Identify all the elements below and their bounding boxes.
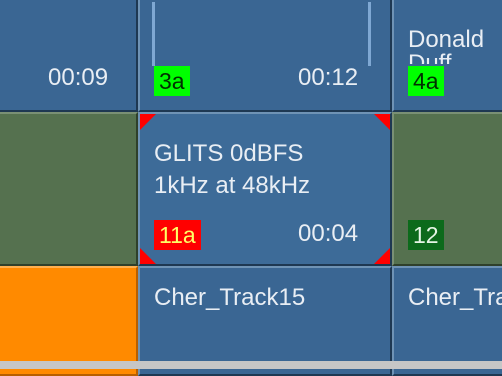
cart-title-line1: GLITS 0dBFS (154, 140, 304, 167)
cart-cell-r1c3[interactable]: Donald Duff 4a (392, 0, 502, 112)
cart-cell-r1c1[interactable]: 00:09 (0, 0, 138, 112)
cart-title: Donald (408, 26, 485, 53)
cart-title-line2: 1kHz at 48kHz (154, 172, 311, 199)
cart-grid: 00:09 3a 00:12 Donald Duff 4a GLITS 0dBF… (0, 0, 502, 376)
cart-cell-r1c2[interactable]: 3a 00:12 (138, 0, 392, 112)
cart-title: Cher_Track15 (154, 284, 306, 311)
cart-cell-r3c3[interactable]: Cher_Track (392, 266, 502, 376)
cart-cell-r2c1[interactable] (0, 112, 138, 266)
cart-cell-r2c3[interactable]: 12 (392, 112, 502, 266)
cart-number-badge: 11a (154, 220, 201, 250)
cart-title: Cher_Track (408, 284, 502, 311)
cart-cell-r3c1[interactable] (0, 266, 138, 376)
corner-marker-icon (140, 248, 156, 264)
waveform-marker (368, 2, 371, 66)
cart-duration: 00:09 (48, 64, 109, 91)
window-bottom-edge (0, 361, 502, 369)
cart-number-badge: 3a (154, 66, 190, 96)
corner-marker-icon (374, 248, 390, 264)
waveform-marker (152, 2, 155, 66)
cart-number-badge: 12 (408, 220, 444, 250)
corner-marker-icon (140, 114, 156, 130)
corner-marker-icon (374, 114, 390, 130)
cart-duration: 00:12 (298, 64, 359, 91)
cart-cell-r2c2-playing[interactable]: GLITS 0dBFS 1kHz at 48kHz 11a 00:04 (138, 112, 392, 266)
cart-number-badge: 4a (408, 66, 444, 96)
cart-cell-r3c2[interactable]: Cher_Track15 (138, 266, 392, 376)
cart-duration: 00:04 (298, 220, 359, 247)
